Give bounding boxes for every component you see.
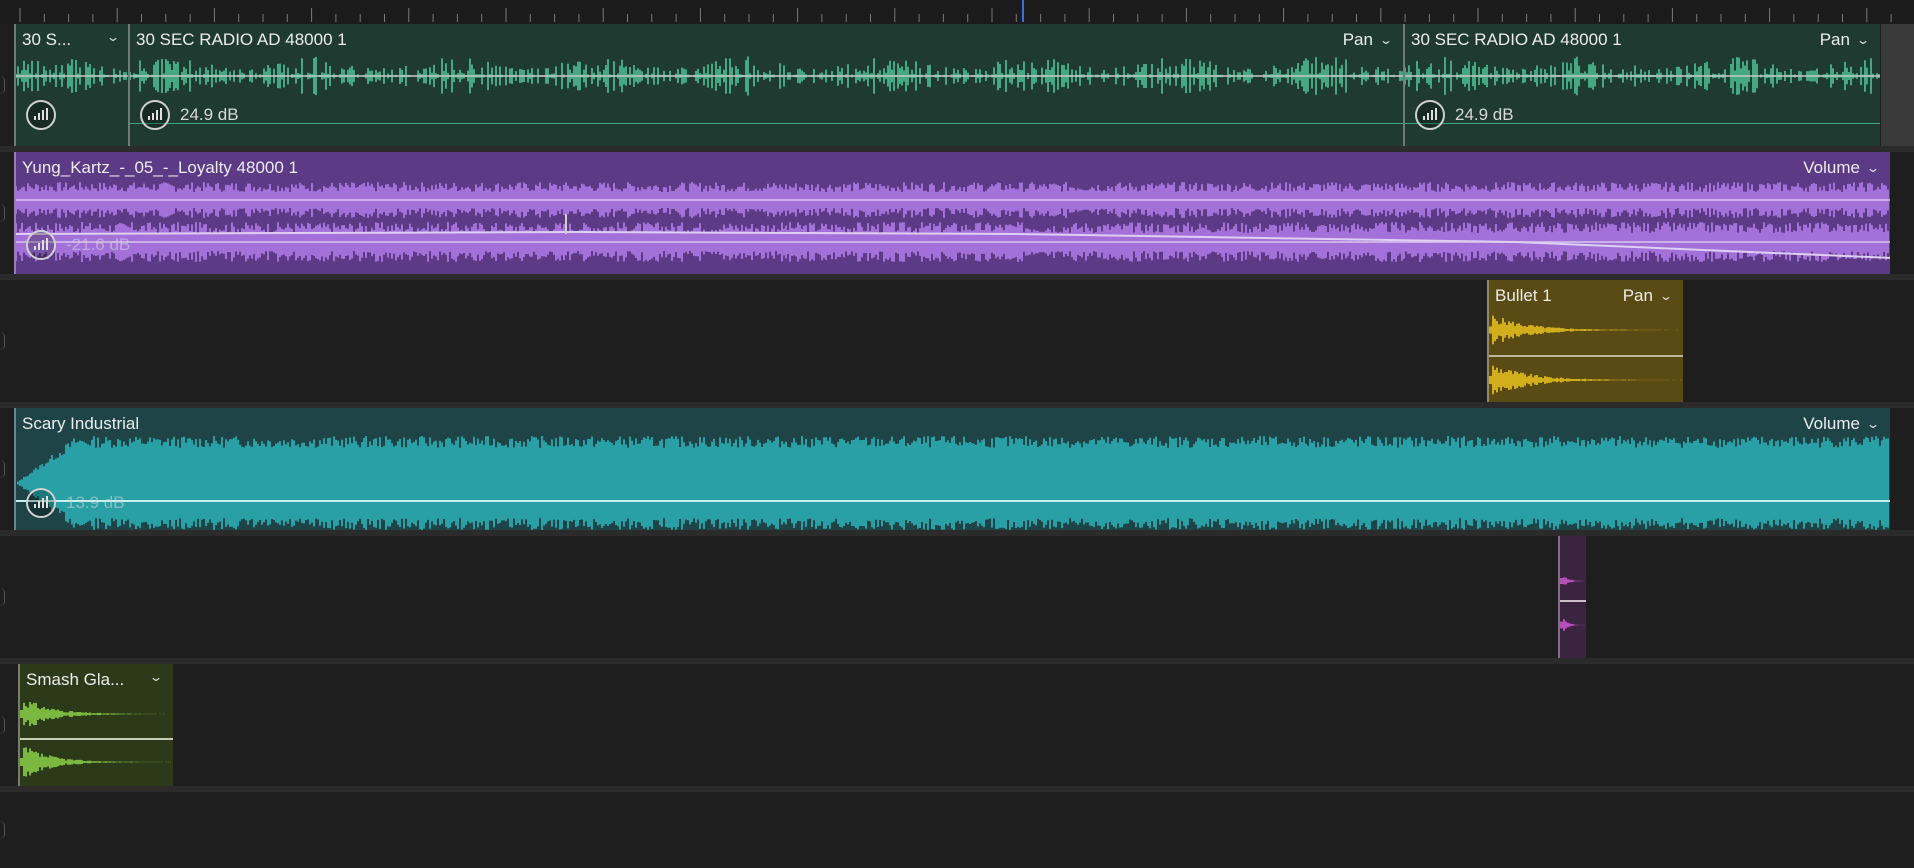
track-gutter	[0, 792, 14, 868]
track-gutter	[0, 24, 14, 146]
volume-badge[interactable]: 24.9 dB	[1415, 100, 1514, 130]
clip-dialog-1[interactable]: 30 S... ⌄	[14, 24, 128, 146]
volume-value: 24.9 dB	[1455, 105, 1514, 124]
volume-meter-icon	[26, 230, 56, 260]
track-gutter	[0, 280, 14, 402]
volume-value: -21.6 dB	[66, 235, 131, 254]
pan-envelope[interactable]	[130, 123, 1403, 124]
chevron-down-icon: ⌄	[1658, 289, 1674, 303]
clip-dialog-3[interactable]: 30 SEC RADIO AD 48000 1 Pan ⌄ 24.9 dB	[1403, 24, 1880, 146]
waveform-right	[1560, 619, 1585, 631]
clip-title: 30 S...	[22, 30, 72, 49]
param-dropdown[interactable]: Pan ⌄	[1622, 286, 1674, 306]
clip-smash-glass[interactable]: Smash Gla... ⌄	[18, 664, 173, 786]
volume-badge[interactable]: 24.9 dB	[140, 100, 239, 130]
param-dropdown[interactable]: Pan ⌄	[1819, 30, 1871, 50]
waveform	[17, 436, 1889, 530]
track-gutter	[0, 536, 14, 658]
timeline-ruler[interactable]	[0, 0, 1914, 25]
waveform-left	[1560, 577, 1585, 585]
track-sfx-1: Bullet 1 Pan ⌄	[0, 280, 1914, 402]
clip-title: 30 SEC RADIO AD 48000 1	[136, 30, 347, 49]
clip-title: Bullet 1	[1495, 286, 1552, 305]
volume-meter-icon	[1415, 100, 1445, 130]
volume-badge[interactable]: -21.6 dB	[26, 230, 130, 260]
param-dropdown[interactable]: Volume ⌄	[1803, 414, 1881, 434]
track-dialog: 30 S... ⌄ 30 SEC RADIO AD 48000 1 Pan ⌄ 2…	[0, 24, 1914, 146]
volume-value: 24.9 dB	[180, 105, 239, 124]
vertical-scrollbar[interactable]	[1881, 24, 1914, 146]
pan-envelope[interactable]	[1560, 600, 1586, 602]
param-label: Pan	[1342, 30, 1373, 49]
param-label: Volume	[1803, 414, 1860, 433]
ruler-ticks	[19, 0, 1892, 22]
chevron-down-icon: ⌄	[148, 670, 164, 684]
track-music: Yung_Kartz_-_05_-_Loyalty 48000 1 Volume…	[0, 152, 1914, 274]
param-label: Pan	[1622, 286, 1653, 305]
volume-value: 13.9 dB	[66, 493, 125, 512]
waveform-right	[20, 747, 173, 777]
clip-bullet[interactable]: Bullet 1 Pan ⌄	[1487, 280, 1683, 402]
track-gutter	[0, 664, 14, 786]
track-empty	[0, 792, 1914, 868]
clip-sfx-pink[interactable]	[1558, 536, 1586, 658]
chevron-down-icon: ⌄	[1378, 33, 1394, 47]
param-dropdown[interactable]: ⌄	[148, 670, 164, 684]
waveform	[130, 56, 1403, 96]
param-dropdown[interactable]: ⌄	[105, 30, 121, 44]
clip-dialog-2[interactable]: 30 SEC RADIO AD 48000 1 Pan ⌄ 24.9 dB	[128, 24, 1403, 146]
clip-ambience[interactable]: Scary Industrial Volume ⌄ 13.9 dB	[14, 408, 1890, 530]
param-dropdown[interactable]: Pan ⌄	[1342, 30, 1394, 50]
volume-envelope[interactable]	[16, 152, 1890, 274]
waveform-left	[20, 701, 173, 727]
track-ambience: Scary Industrial Volume ⌄ 13.9 dB	[0, 408, 1914, 530]
clip-title: 30 SEC RADIO AD 48000 1	[1411, 30, 1622, 49]
volume-badge[interactable]	[26, 100, 56, 130]
track-sfx-3: Smash Gla... ⌄	[0, 664, 1914, 786]
clip-title: Scary Industrial	[22, 414, 140, 433]
waveform-right	[1489, 365, 1682, 395]
clip-title: Smash Gla...	[26, 670, 125, 689]
chevron-down-icon: ⌄	[105, 30, 121, 44]
param-label: Pan	[1819, 30, 1850, 49]
pan-envelope[interactable]	[1489, 355, 1683, 357]
volume-envelope[interactable]	[16, 500, 1890, 502]
track-gutter	[0, 152, 14, 274]
volume-meter-icon	[26, 488, 56, 518]
track-gutter	[0, 408, 14, 530]
waveform	[16, 59, 128, 93]
chevron-down-icon: ⌄	[1865, 417, 1881, 431]
chevron-down-icon: ⌄	[1855, 33, 1871, 47]
volume-meter-icon	[140, 100, 170, 130]
waveform-left	[1489, 315, 1682, 345]
volume-meter-icon	[26, 100, 56, 130]
track-sfx-2	[0, 536, 1914, 658]
clip-music[interactable]: Yung_Kartz_-_05_-_Loyalty 48000 1 Volume…	[14, 152, 1890, 274]
pan-envelope[interactable]	[20, 738, 173, 740]
volume-badge[interactable]: 13.9 dB	[26, 488, 125, 518]
waveform	[1405, 56, 1880, 96]
